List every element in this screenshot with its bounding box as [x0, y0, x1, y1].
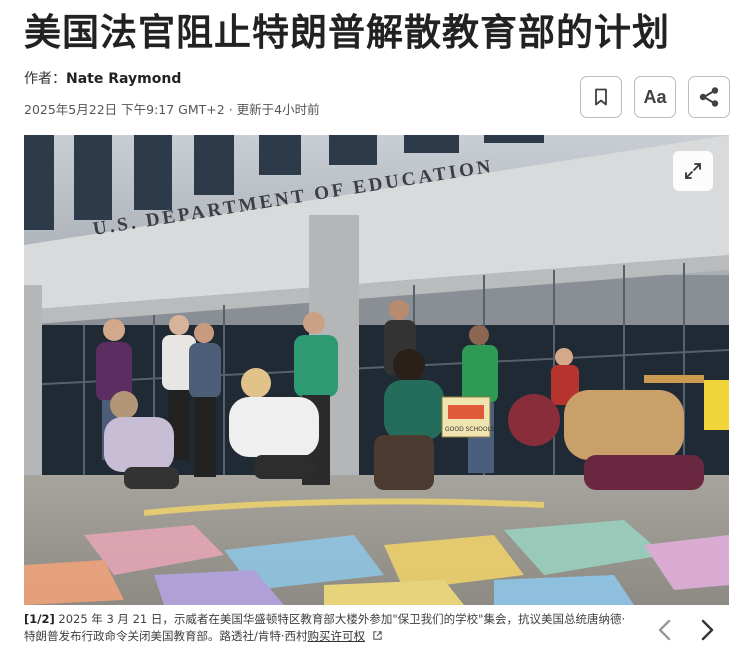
expand-icon [685, 163, 701, 179]
chevron-left-icon [658, 619, 671, 641]
dateline: 2025年5月22日 下午9:17 GMT+2 · 更新于4小时前 [24, 102, 320, 117]
gallery-prev-button[interactable] [652, 618, 676, 642]
article-photo[interactable]: U.S. DEPARTMENT OF EDUCATION GOOD SCHOOL… [24, 135, 729, 605]
share-icon [699, 87, 719, 107]
expand-image-button[interactable] [673, 151, 713, 191]
bookmark-button[interactable] [580, 76, 622, 118]
share-button[interactable] [688, 76, 730, 118]
caption-index: [1/2] [24, 612, 55, 626]
author-link[interactable]: Nate Raymond [66, 71, 181, 87]
font-size-button[interactable]: Aa [634, 76, 676, 118]
font-size-label: Aa [643, 86, 667, 107]
chevron-right-icon [701, 619, 714, 641]
gallery-next-button[interactable] [696, 618, 720, 642]
license-link[interactable]: 购买许可权 [308, 629, 366, 643]
headline: 美国法官阻止特朗普解散教育部的计划 [24, 11, 670, 54]
byline-prefix: 作者： [24, 71, 66, 87]
byline: 作者：Nate Raymond [24, 68, 181, 88]
photo-caption: [1/2] 2025 年 3 月 21 日，示威者在美国华盛顿特区教育部大楼外参… [24, 611, 629, 645]
protest-photo-illustration: U.S. DEPARTMENT OF EDUCATION GOOD SCHOOL… [24, 135, 729, 605]
bookmark-icon [595, 88, 607, 106]
protest-sign-text: GOOD SCHOOLS [445, 426, 495, 433]
external-link-icon [372, 631, 382, 640]
